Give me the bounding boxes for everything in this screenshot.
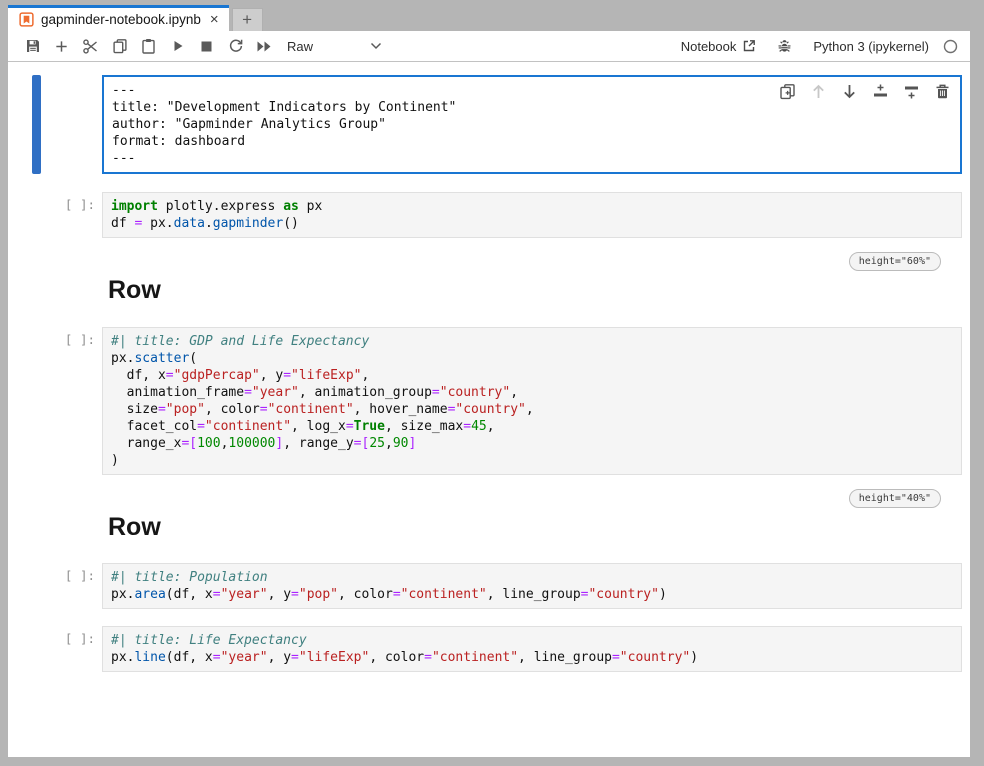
insert-cell-below-button[interactable]: [47, 34, 76, 58]
tab-gapminder-notebook[interactable]: gapminder-notebook.ipynb ×: [8, 5, 229, 31]
cut-cells-button[interactable]: [76, 34, 105, 58]
code-line: px.area(df, x="year", y="pop", color="co…: [111, 586, 953, 603]
code-cell[interactable]: [ ]:#| title: GDP and Life Expectancypx.…: [8, 327, 970, 475]
markdown-rendered-body[interactable]: height="40%" Row: [102, 492, 962, 548]
save-button[interactable]: [18, 34, 47, 58]
raw-cell-editor[interactable]: --- title: "Development Indicators by Con…: [102, 75, 962, 174]
toolbar-right: Notebook Python 3 (ipykernel): [681, 34, 958, 58]
code-line: px.scatter(: [111, 350, 953, 367]
cell-input-prompt: [ ]:: [41, 563, 102, 609]
markdown-cell[interactable]: height="60%" Row: [8, 255, 970, 311]
cell-input-prompt: [41, 492, 102, 548]
cell-collapser: [32, 626, 41, 672]
markdown-heading: Row: [108, 514, 962, 542]
code-line: #| title: Life Expectancy: [111, 632, 953, 649]
notebook-file-icon: [19, 12, 34, 27]
cell-input-prompt: [41, 75, 102, 174]
code-line: author: "Gapminder Analytics Group": [112, 116, 952, 133]
chevron-down-icon: [370, 42, 382, 50]
cell-input-prompt: [ ]:: [41, 626, 102, 672]
code-line: df = px.data.gapminder(): [111, 215, 953, 232]
code-line: ): [111, 452, 953, 469]
cell-input-prompt: [41, 255, 102, 311]
debugger-button[interactable]: [770, 34, 799, 58]
cell-collapser: [32, 563, 41, 609]
code-line: import plotly.express as px: [111, 198, 953, 215]
jupyter-window: gapminder-notebook.ipynb × +: [8, 0, 970, 757]
stop-icon: [200, 40, 213, 53]
move-cell-down-icon[interactable]: [841, 83, 858, 100]
save-icon: [25, 38, 41, 54]
move-cell-up-icon: [810, 83, 827, 100]
code-cell-editor[interactable]: #| title: GDP and Life Expectancypx.scat…: [102, 327, 962, 475]
code-line: title: "Development Indicators by Contin…: [112, 99, 952, 116]
raw-cell[interactable]: --- title: "Development Indicators by Con…: [8, 75, 970, 174]
fast-forward-icon: [256, 40, 273, 53]
restart-icon: [228, 38, 244, 54]
plus-icon: [54, 39, 69, 54]
cell-collapser: [32, 192, 41, 238]
kernel-name-label[interactable]: Python 3 (ipykernel): [813, 39, 929, 54]
paste-cells-button[interactable]: [134, 34, 163, 58]
height-attribute-badge: height="60%": [849, 252, 941, 271]
tab-close-icon[interactable]: ×: [210, 12, 219, 27]
insert-cell-below-icon[interactable]: [903, 83, 920, 100]
tab-title: gapminder-notebook.ipynb: [41, 12, 201, 27]
interrupt-kernel-button[interactable]: [192, 34, 221, 58]
insert-cell-above-icon[interactable]: [872, 83, 889, 100]
restart-kernel-button[interactable]: [221, 34, 250, 58]
code-line: range_x=[100,100000], range_y=[25,90]: [111, 435, 953, 452]
code-cell[interactable]: [ ]:#| title: Life Expectancypx.line(df,…: [8, 626, 970, 672]
run-icon: [171, 39, 185, 53]
cell-type-dropdown[interactable]: Raw: [287, 34, 382, 58]
kernel-status-icon: [943, 39, 958, 54]
notebook-panel: --- title: "Development Indicators by Con…: [8, 62, 970, 757]
cell-input-prompt: [ ]:: [41, 327, 102, 475]
code-line: facet_col="continent", log_x=True, size_…: [111, 418, 953, 435]
code-cell-editor[interactable]: #| title: Life Expectancypx.line(df, x="…: [102, 626, 962, 672]
cell-collapser: [32, 255, 41, 311]
code-line: format: dashboard: [112, 133, 952, 150]
duplicate-cell-icon[interactable]: [779, 83, 796, 100]
paste-icon: [141, 38, 156, 54]
code-line: size="pop", color="continent", hover_nam…: [111, 401, 953, 418]
code-line: ---: [112, 150, 952, 167]
cell-collapser[interactable]: [32, 75, 41, 174]
markdown-rendered-body[interactable]: height="60%" Row: [102, 255, 962, 311]
cut-icon: [82, 38, 99, 55]
bug-icon: [777, 39, 792, 54]
height-attribute-badge: height="40%": [849, 489, 941, 508]
cell-toolbar: [779, 83, 951, 100]
copy-cells-button[interactable]: [105, 34, 134, 58]
code-cell[interactable]: [ ]:import plotly.express as pxdf = px.d…: [8, 192, 970, 238]
open-in-notebook-link[interactable]: Notebook: [681, 39, 757, 54]
markdown-cell[interactable]: height="40%" Row: [8, 492, 970, 548]
restart-and-run-all-button[interactable]: [250, 34, 279, 58]
code-line: px.line(df, x="year", y="lifeExp", color…: [111, 649, 953, 666]
notebook-toolbar: Raw Notebook Python 3: [8, 31, 970, 62]
code-cell[interactable]: [ ]:#| title: Populationpx.area(df, x="y…: [8, 563, 970, 609]
cell-list: --- title: "Development Indicators by Con…: [8, 75, 970, 672]
run-cell-button[interactable]: [163, 34, 192, 58]
code-cell-editor[interactable]: #| title: Populationpx.area(df, x="year"…: [102, 563, 962, 609]
code-line: df, x="gdpPercap", y="lifeExp",: [111, 367, 953, 384]
cell-collapser: [32, 492, 41, 548]
copy-icon: [112, 38, 128, 54]
code-line: #| title: Population: [111, 569, 953, 586]
tab-bar: gapminder-notebook.ipynb × +: [8, 0, 970, 31]
cell-type-value: Raw: [287, 39, 313, 54]
code-cell-editor[interactable]: import plotly.express as pxdf = px.data.…: [102, 192, 962, 238]
code-line: animation_frame="year", animation_group=…: [111, 384, 953, 401]
markdown-heading: Row: [108, 277, 962, 305]
code-line: #| title: GDP and Life Expectancy: [111, 333, 953, 350]
cell-collapser: [32, 327, 41, 475]
cell-input-prompt: [ ]:: [41, 192, 102, 238]
external-link-icon: [742, 39, 756, 53]
notebook-link-label: Notebook: [681, 39, 737, 54]
new-tab-button[interactable]: +: [232, 8, 263, 31]
delete-cell-icon[interactable]: [934, 83, 951, 100]
